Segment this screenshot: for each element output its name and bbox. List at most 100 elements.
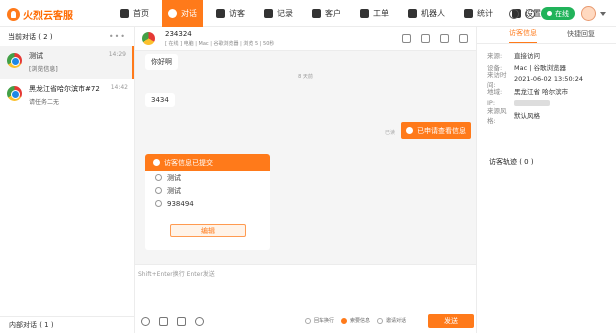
top-bar: 火烈云客服 首页 对话 访客 记录 客户 工单 机器人 统计 设置 在线 bbox=[0, 0, 616, 27]
conversation-item[interactable]: 测试 [浏览信息] 14:29 bbox=[0, 46, 134, 79]
current-conversations-title: 当前对话 ( 2 ) bbox=[8, 32, 53, 41]
avatar[interactable] bbox=[581, 6, 596, 21]
visitor-icon bbox=[216, 9, 225, 18]
chat-icon bbox=[168, 9, 177, 18]
folder-icon[interactable] bbox=[177, 317, 186, 326]
send-button[interactable]: 发送 bbox=[428, 314, 474, 328]
customer-icon bbox=[312, 9, 321, 18]
info-value: 默认风格 bbox=[514, 112, 540, 120]
nav-home[interactable]: 首页 bbox=[114, 0, 155, 27]
status-label: 在线 bbox=[555, 9, 569, 18]
option-enter-newline[interactable]: 回车换行 bbox=[305, 317, 334, 324]
option-invite[interactable]: 邀请对话 bbox=[377, 317, 406, 324]
info-label: 来源风格: bbox=[487, 107, 507, 125]
card-header: 访客信息已提交 bbox=[145, 154, 270, 171]
image-icon[interactable] bbox=[159, 317, 168, 326]
visitor-meta: [ 在线 ] 电脑 | Mac | 谷歌浏览器 | 浏览 5 | 50秒 bbox=[165, 41, 275, 47]
radio-icon bbox=[341, 317, 348, 324]
radio-icon bbox=[305, 317, 311, 324]
exit-icon[interactable] bbox=[459, 34, 468, 43]
contact-icon bbox=[155, 187, 162, 194]
conversation-preview: [浏览信息] bbox=[29, 66, 58, 73]
evaluate-icon[interactable] bbox=[195, 317, 204, 326]
block-icon[interactable] bbox=[402, 34, 411, 43]
message-bubble: 3434 bbox=[145, 93, 175, 107]
message-input-area[interactable]: Shift+Enter换行 Enter发送 回车换行 索要信息 邀请对话 发送 bbox=[135, 264, 476, 333]
conversation-list-panel: 当前对话 ( 2 ) ••• 测试 [浏览信息] 14:29 黑龙江省哈尔滨市#… bbox=[0, 27, 135, 333]
ticket-icon bbox=[360, 9, 369, 18]
visitor-info-panel: 访客信息 快捷回复 来源: 直接访问 设备: Mac | 谷歌浏览器 来访时间: 20… bbox=[476, 27, 616, 333]
nav-label: 统计 bbox=[477, 9, 493, 18]
chat-tools bbox=[392, 34, 468, 43]
edit-button[interactable]: 编辑 bbox=[170, 224, 246, 237]
message-list: 你好啊 8 天前 3434 已读 已申请查看信息 访客信息已提交 测试 测试 9… bbox=[135, 51, 476, 264]
emoji-icon[interactable] bbox=[141, 317, 150, 326]
nav-chat[interactable]: 对话 bbox=[162, 0, 203, 27]
card-title: 访客信息已提交 bbox=[164, 158, 213, 167]
option-request-info[interactable]: 索要信息 bbox=[341, 317, 370, 324]
check-icon bbox=[153, 159, 160, 166]
nav-label: 机器人 bbox=[421, 9, 445, 18]
headset-icon[interactable] bbox=[509, 8, 519, 19]
internal-conversations-label: 内部对话 ( 1 ) bbox=[9, 321, 54, 329]
nav-label: 首页 bbox=[133, 9, 149, 18]
input-tools bbox=[141, 317, 213, 326]
stats-icon bbox=[464, 9, 473, 18]
info-value: 直接访问 bbox=[514, 52, 540, 60]
status-dot-icon bbox=[547, 11, 552, 16]
info-row: 来访时间: 2021-06-02 13:50:24 bbox=[477, 71, 616, 89]
more-icon[interactable]: ••• bbox=[109, 32, 126, 41]
bell-icon[interactable] bbox=[525, 8, 535, 19]
current-conversations-header: 当前对话 ( 2 ) ••• bbox=[0, 27, 134, 46]
chevron-down-icon[interactable] bbox=[600, 11, 606, 16]
logo: 火烈云客服 bbox=[7, 7, 73, 22]
top-right: 在线 bbox=[509, 6, 606, 21]
internal-conversations[interactable]: 内部对话 ( 1 ) bbox=[0, 316, 135, 333]
time-separator: 8 天前 bbox=[298, 74, 313, 80]
transfer-icon[interactable] bbox=[440, 34, 449, 43]
browser-avatar-icon bbox=[7, 53, 22, 68]
nav-record[interactable]: 记录 bbox=[258, 0, 299, 27]
nav-robot[interactable]: 机器人 bbox=[402, 0, 451, 27]
info-row: 来源风格: 默认风格 bbox=[477, 107, 616, 125]
conversation-time: 14:29 bbox=[108, 51, 126, 58]
card-row-value: 测试 bbox=[167, 173, 181, 182]
phone-icon[interactable] bbox=[421, 34, 430, 43]
card-row-value: 938494 bbox=[167, 199, 194, 208]
main-nav: 首页 对话 访客 记录 客户 工单 机器人 统计 设置 bbox=[114, 0, 554, 27]
tab-quick-reply[interactable]: 快捷回复 bbox=[567, 29, 595, 43]
card-row-value: 测试 bbox=[167, 186, 181, 195]
browser-avatar-icon bbox=[142, 32, 155, 45]
logo-icon bbox=[7, 8, 20, 21]
option-label: 回车换行 bbox=[314, 318, 335, 324]
ip-redacted bbox=[514, 100, 550, 106]
chat-panel: 234324 [ 在线 ] 电脑 | Mac | 谷歌浏览器 | 浏览 5 | … bbox=[135, 27, 476, 333]
radio-icon bbox=[377, 317, 384, 324]
home-icon bbox=[120, 9, 129, 18]
visitor-info-card: 访客信息已提交 测试 测试 938494 编辑 bbox=[145, 154, 270, 250]
nav-stats[interactable]: 统计 bbox=[458, 0, 499, 27]
tab-visitor-info[interactable]: 访客信息 bbox=[509, 28, 537, 43]
nav-label: 记录 bbox=[277, 9, 293, 18]
nav-customer[interactable]: 客户 bbox=[306, 0, 347, 27]
status-toggle[interactable]: 在线 bbox=[541, 7, 575, 20]
card-row: 938494 bbox=[145, 197, 270, 210]
nav-ticket[interactable]: 工单 bbox=[354, 0, 395, 27]
input-options: 回车换行 索要信息 邀请对话 bbox=[305, 317, 413, 324]
info-value: Mac | 谷歌浏览器 bbox=[514, 64, 566, 72]
nav-label: 访客 bbox=[229, 9, 245, 18]
message-bubble: 你好啊 bbox=[145, 54, 178, 70]
card-row: 测试 bbox=[145, 171, 270, 184]
info-request-label: 已申请查看信息 bbox=[417, 126, 466, 135]
record-icon bbox=[264, 9, 273, 18]
browser-avatar-icon bbox=[7, 86, 22, 101]
option-label: 索要信息 bbox=[350, 318, 371, 324]
chat-header: 234324 [ 在线 ] 电脑 | Mac | 谷歌浏览器 | 浏览 5 | … bbox=[135, 27, 476, 51]
nav-visitor[interactable]: 访客 bbox=[210, 0, 251, 27]
info-label: 地域: bbox=[487, 88, 503, 96]
option-label: 邀请对话 bbox=[386, 318, 407, 324]
conversation-item[interactable]: 黑龙江省哈尔滨市#72 请任务二无 14:42 bbox=[0, 79, 134, 112]
visitor-track-title: 访客轨迹 ( 0 ) bbox=[489, 158, 534, 166]
conversation-preview: 请任务二无 bbox=[29, 99, 60, 106]
nav-label: 客户 bbox=[325, 9, 341, 18]
